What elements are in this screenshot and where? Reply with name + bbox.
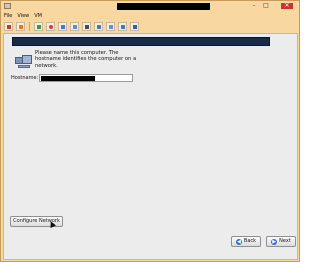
- console-button[interactable]: [130, 22, 139, 31]
- menu-file[interactable]: File: [4, 13, 12, 20]
- window-title-redacted: [117, 3, 210, 10]
- send-keys-icon: [121, 25, 125, 29]
- toolbar-separator: [29, 22, 30, 31]
- snapshot-icon: [61, 25, 65, 29]
- pause-icon: [19, 25, 23, 29]
- back-button[interactable]: ◀ Back: [231, 236, 261, 247]
- maximize-button[interactable]: □: [262, 3, 270, 9]
- revert-icon: [49, 25, 53, 29]
- snapshot-manager-button[interactable]: [70, 22, 79, 31]
- hostname-label: Hostname:: [11, 75, 39, 81]
- settings-button[interactable]: [82, 22, 91, 31]
- fullscreen-icon: [97, 25, 101, 29]
- play-button[interactable]: [34, 22, 43, 31]
- close-button[interactable]: ✕: [281, 3, 293, 9]
- hostname-description: Please name this computer. The hostname …: [35, 50, 137, 69]
- vm-app-icon: [4, 3, 11, 9]
- back-label: Back: [243, 238, 257, 244]
- revert-button[interactable]: [46, 22, 55, 31]
- network-computers-icon: [15, 55, 32, 69]
- pause-button[interactable]: [16, 22, 25, 31]
- settings-icon: [85, 25, 89, 29]
- menu-vm[interactable]: VM: [34, 13, 42, 20]
- guest-screen[interactable]: Please name this computer. The hostname …: [3, 33, 298, 260]
- next-label: Next: [279, 238, 291, 244]
- send-keys-button[interactable]: [118, 22, 127, 31]
- hostname-input[interactable]: [39, 74, 133, 82]
- fullscreen-button[interactable]: [94, 22, 103, 31]
- stop-button[interactable]: [4, 22, 13, 31]
- vm-window: – □ ✕ File View VM Please name this comp…: [0, 0, 300, 262]
- menu-bar: File View VM: [4, 13, 42, 20]
- next-button[interactable]: ▶ Next: [266, 236, 296, 247]
- menu-view[interactable]: View: [17, 13, 29, 20]
- unity-icon: [109, 25, 113, 29]
- stop-icon: [7, 25, 11, 29]
- snapshot-button[interactable]: [58, 22, 67, 31]
- play-icon: [37, 25, 41, 29]
- console-icon: [133, 25, 137, 29]
- snapshot-manager-icon: [73, 25, 77, 29]
- hostname-value-redacted: [41, 76, 95, 81]
- back-arrow-icon: ◀: [235, 238, 242, 245]
- unity-button[interactable]: [106, 22, 115, 31]
- minimize-button[interactable]: –: [250, 3, 258, 9]
- installer-banner: [12, 37, 270, 46]
- toolbar: [4, 21, 139, 32]
- next-arrow-icon: ▶: [271, 238, 278, 245]
- title-bar: – □ ✕: [1, 1, 299, 12]
